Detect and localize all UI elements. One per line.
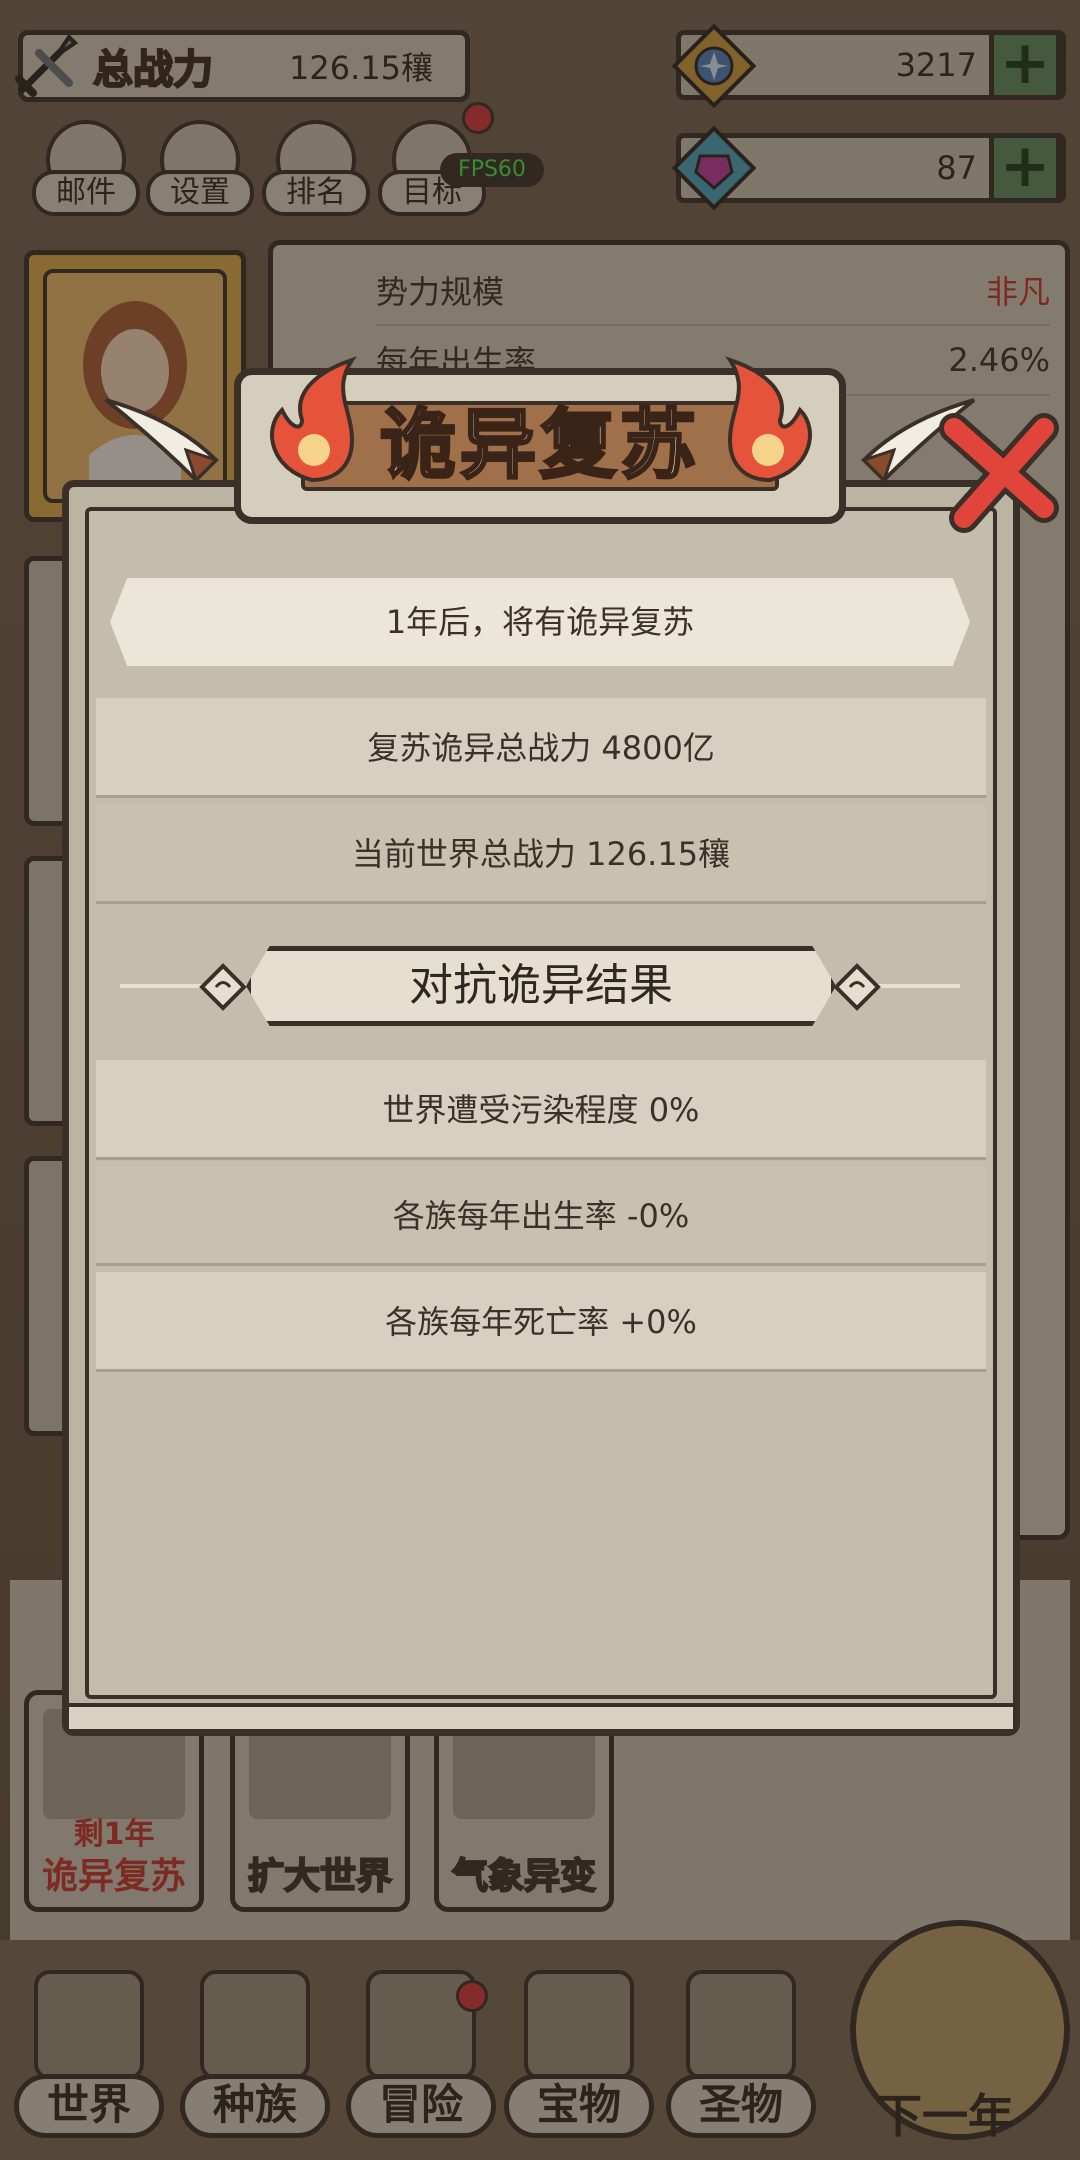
resistance-result-title: 对抗诡异结果: [246, 946, 836, 1026]
dialog-title: 诡异复苏: [379, 399, 700, 491]
pollution-row: 世界遭受污染程度 0%: [96, 1060, 986, 1160]
close-icon[interactable]: [924, 398, 1074, 548]
swirl-left-icon: [199, 963, 247, 1011]
world-power-row: 当前世界总战力 126.15穰: [96, 804, 986, 904]
deathrate-row: 各族每年死亡率 +0%: [96, 1272, 986, 1372]
dialog-bottom-edge: [69, 1703, 1013, 1729]
revival-power-row: 复苏诡异总战力 4800亿: [96, 698, 986, 798]
revival-countdown-notice: 1年后，将有诡异复苏: [110, 578, 970, 666]
swirl-right-icon: [833, 963, 881, 1011]
birthrate-row: 各族每年出生率 -0%: [96, 1166, 986, 1266]
